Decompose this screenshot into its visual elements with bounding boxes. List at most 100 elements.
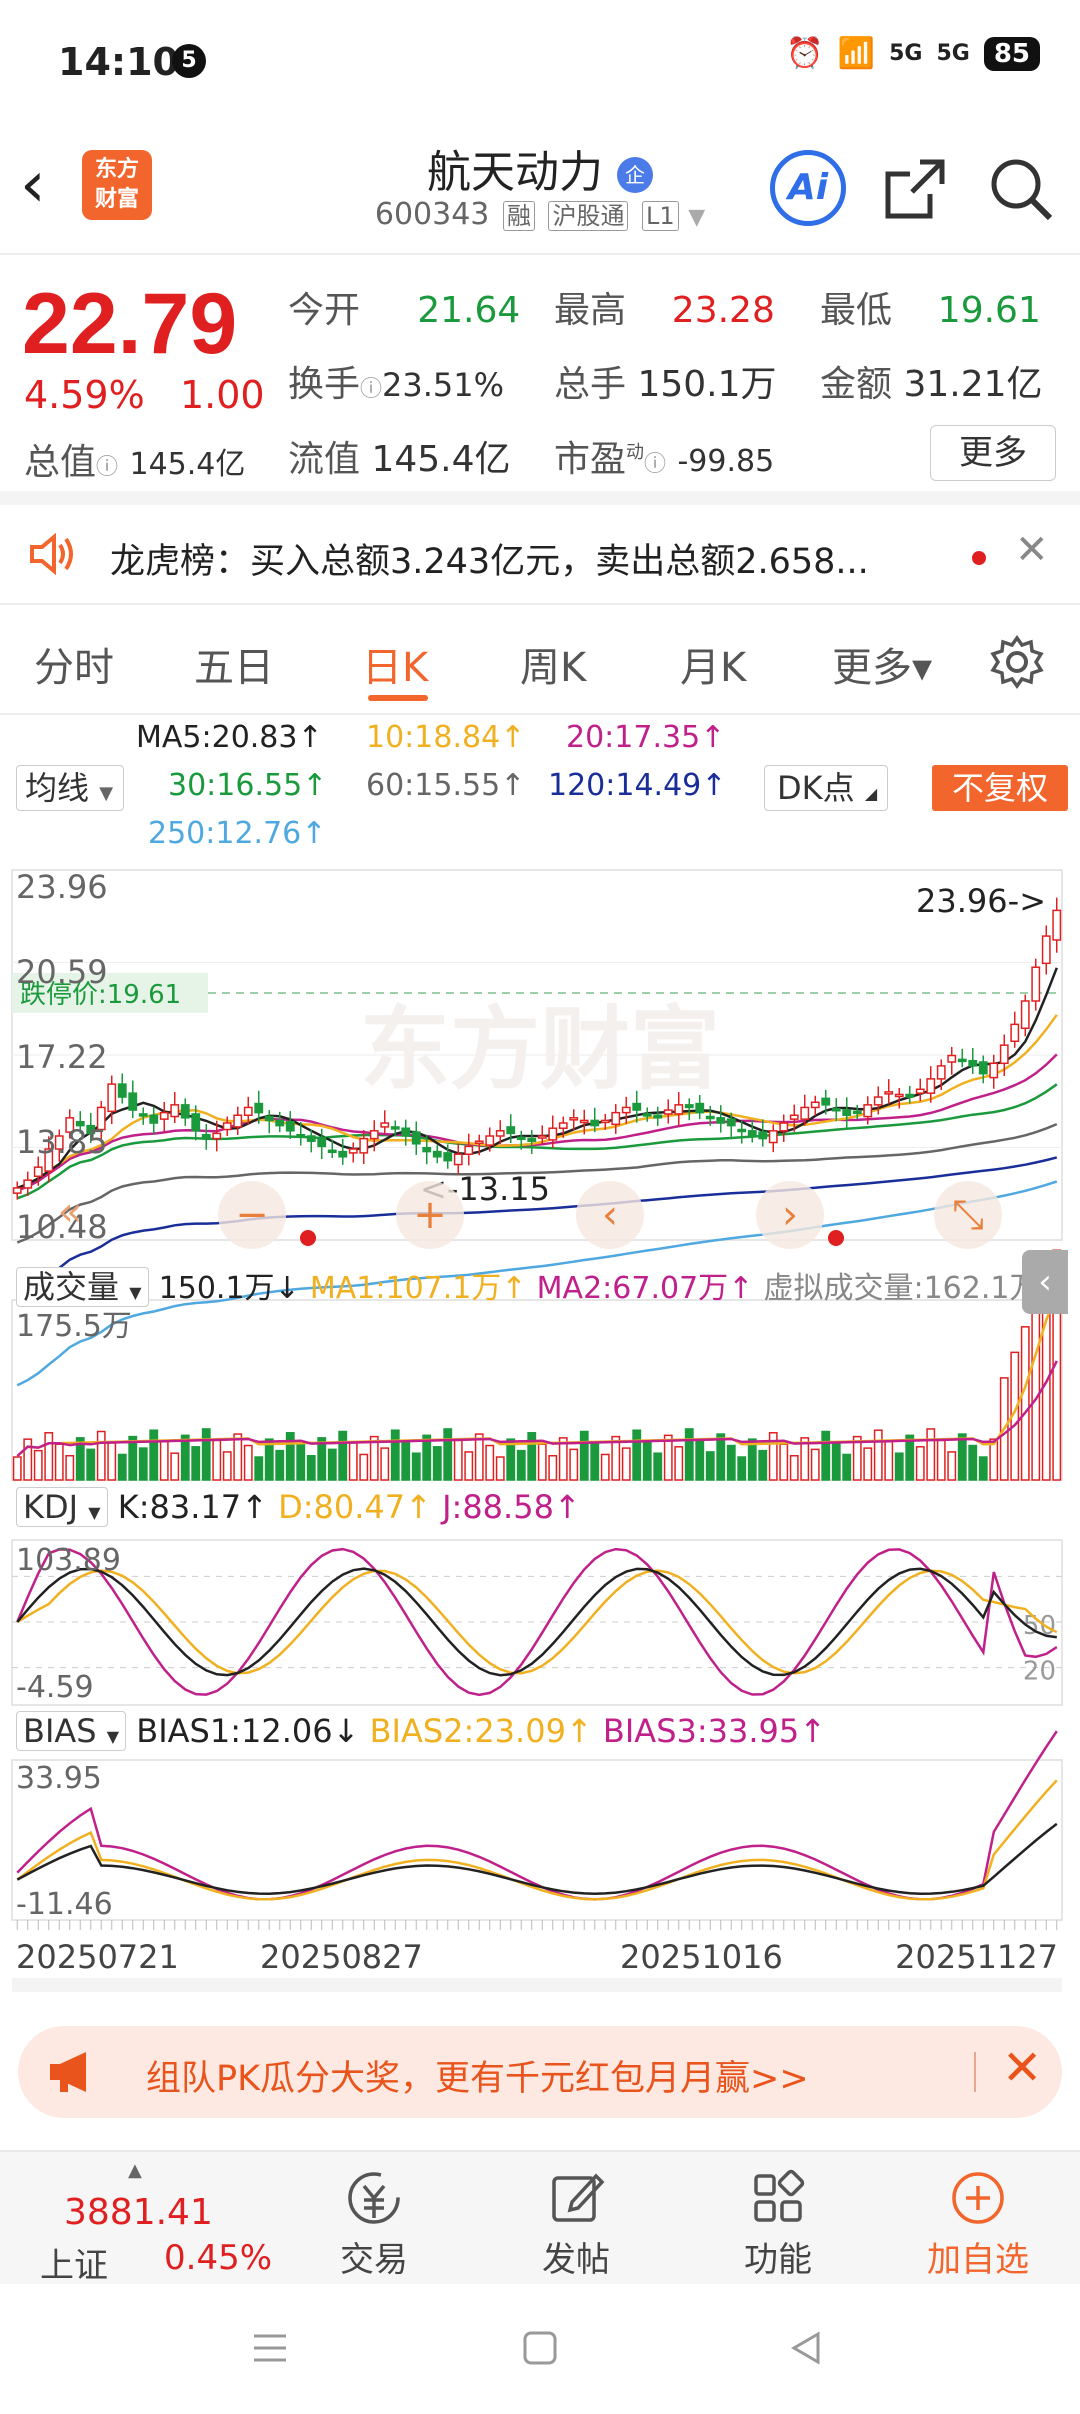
volume-bar — [464, 1451, 474, 1481]
candle-body — [275, 1119, 285, 1127]
home-icon[interactable] — [520, 2328, 560, 2368]
volume-bar — [23, 1438, 33, 1481]
volume-bar — [926, 1428, 936, 1481]
ma-selector-label: 均线 — [25, 769, 90, 807]
volume-bar — [978, 1456, 988, 1481]
dk-selector[interactable]: DK点 ◢ — [764, 765, 888, 811]
candle-body — [390, 1126, 400, 1130]
kdj-d: D:80.47↑ — [278, 1488, 432, 1526]
speaker-icon — [30, 532, 73, 576]
pe-label: 市盈 — [554, 439, 627, 480]
volume-bar — [201, 1428, 211, 1481]
volume-bar — [96, 1430, 106, 1481]
back-nav-icon[interactable] — [786, 2328, 826, 2368]
bias-axis-top: 33.95 — [16, 1761, 102, 1796]
pe-row: 市盈动ⓘ -99.85 — [554, 430, 774, 482]
volume-selector[interactable]: 成交量 ▼ — [16, 1267, 149, 1307]
menu-icon[interactable] — [250, 2328, 290, 2368]
ai-button[interactable]: Ai — [770, 150, 846, 226]
kdj-selector[interactable]: KDJ ▼ — [16, 1487, 108, 1527]
candle-body — [33, 1166, 43, 1178]
candle-body — [170, 1104, 180, 1118]
volume-bar — [149, 1429, 159, 1481]
candle-body — [884, 1091, 894, 1095]
tab-more[interactable]: 更多▾ — [832, 635, 932, 693]
open-row: 今开 21.64 — [288, 281, 520, 333]
volume-bar — [789, 1454, 799, 1481]
close-icon[interactable]: ✕ — [1015, 527, 1049, 573]
signal-dot — [300, 1230, 316, 1246]
promo-banner[interactable]: 组队PK瓜分大奖，更有千元红包月月赢>> ✕ — [18, 2026, 1062, 2118]
zoom-out-icon[interactable]: − — [235, 1192, 269, 1238]
candle-body — [233, 1114, 243, 1128]
dragon-tiger-banner[interactable]: 龙虎榜：买入总额3.243亿元，卖出总额2.658... ✕ — [0, 505, 1080, 605]
post-button[interactable]: 发帖 — [486, 2152, 666, 2286]
scroll-right-icon[interactable]: › — [782, 1192, 798, 1238]
volume-bar — [411, 1452, 421, 1481]
volume-bar — [705, 1451, 715, 1481]
candle-body — [653, 1114, 663, 1119]
float-value: 145.4亿 — [371, 439, 511, 480]
candle-body — [810, 1101, 820, 1109]
candle-body — [569, 1117, 579, 1121]
bias-selector[interactable]: BIAS ▼ — [16, 1711, 127, 1751]
candle-body — [579, 1119, 589, 1124]
zoom-in-icon[interactable]: + — [413, 1192, 447, 1238]
tab-intraday[interactable]: 分时 — [34, 635, 114, 693]
adjust-button[interactable]: 不复权 — [932, 765, 1068, 811]
volume-bar — [348, 1442, 358, 1481]
volume-legend: 成交量 ▼ 150.1万↓ MA1:107.1万↑ MA2:67.07万↑ 虚拟… — [16, 1262, 1039, 1308]
candle-body — [348, 1148, 358, 1154]
volume-bar — [390, 1429, 400, 1481]
share-icon[interactable] — [880, 154, 950, 224]
fullscreen-icon[interactable]: ⤡ — [952, 1192, 984, 1238]
add-watchlist-button[interactable]: 加自选 — [888, 2152, 1068, 2286]
trade-button[interactable]: 交易 — [284, 2152, 464, 2286]
battery-icon: 85 — [983, 36, 1040, 71]
candle-body — [117, 1083, 127, 1098]
collapse-arrow-icon[interactable]: ‹ — [1022, 1250, 1068, 1314]
volume-bar — [432, 1446, 442, 1481]
ma250-label: 250:12.76↑ — [148, 816, 327, 851]
signal-dot — [828, 1230, 844, 1246]
kline-chart[interactable]: 东方财富跌停价:19.6123.9620.5917.2213.8510.4823… — [0, 860, 1080, 2010]
bias3-line — [16, 1730, 1058, 1901]
volume-bar — [54, 1443, 64, 1481]
volume-ma1: MA1:107.1万↑ — [309, 1271, 527, 1306]
price-axis-label: 20.59 — [16, 953, 108, 991]
tab-five-day[interactable]: 五日 — [194, 635, 274, 693]
volume-bar — [254, 1456, 264, 1481]
close-icon[interactable]: ✕ — [1002, 2040, 1042, 2096]
volume-bar — [957, 1433, 967, 1481]
volume-bar — [915, 1446, 925, 1481]
post-label: 发帖 — [542, 2240, 610, 2280]
scroll-left-icon[interactable]: ‹ — [602, 1192, 618, 1238]
kdj-j: J:88.58↑ — [442, 1488, 581, 1526]
volume-bar — [863, 1447, 873, 1481]
ma-selector[interactable]: 均线 ▼ — [16, 765, 124, 811]
tab-daily-k[interactable]: 日K — [362, 635, 428, 693]
volume-bar — [600, 1453, 610, 1481]
price-axis-label: 17.22 — [16, 1038, 108, 1076]
candle-body — [1031, 966, 1041, 1002]
volume-bar — [905, 1434, 915, 1481]
function-button[interactable]: 功能 — [688, 2152, 868, 2286]
tag-margin: 融 — [502, 201, 535, 231]
volume-bar — [516, 1449, 526, 1481]
virtual-volume: 虚拟成交量:162.1万 — [763, 1271, 1040, 1306]
ma5-label: MA5:20.83↑ — [136, 720, 323, 755]
volume-bar — [33, 1449, 43, 1481]
more-button[interactable]: 更多 — [930, 425, 1056, 481]
candle-body — [464, 1145, 474, 1155]
search-icon[interactable] — [986, 154, 1056, 224]
index-ticker[interactable]: ▲ 3881.41 上证 0.45% — [0, 2152, 272, 2286]
date-label: 20250827 — [260, 1938, 423, 1976]
volume-bar — [485, 1444, 495, 1481]
kdj-selector-label: KDJ — [23, 1488, 79, 1526]
candle-body — [852, 1110, 862, 1115]
tab-weekly-k[interactable]: 周K — [520, 635, 586, 693]
candle-body — [621, 1106, 631, 1114]
candle-body — [1020, 1000, 1030, 1030]
tab-monthly-k[interactable]: 月K — [680, 635, 746, 693]
gear-icon[interactable] — [990, 635, 1044, 689]
